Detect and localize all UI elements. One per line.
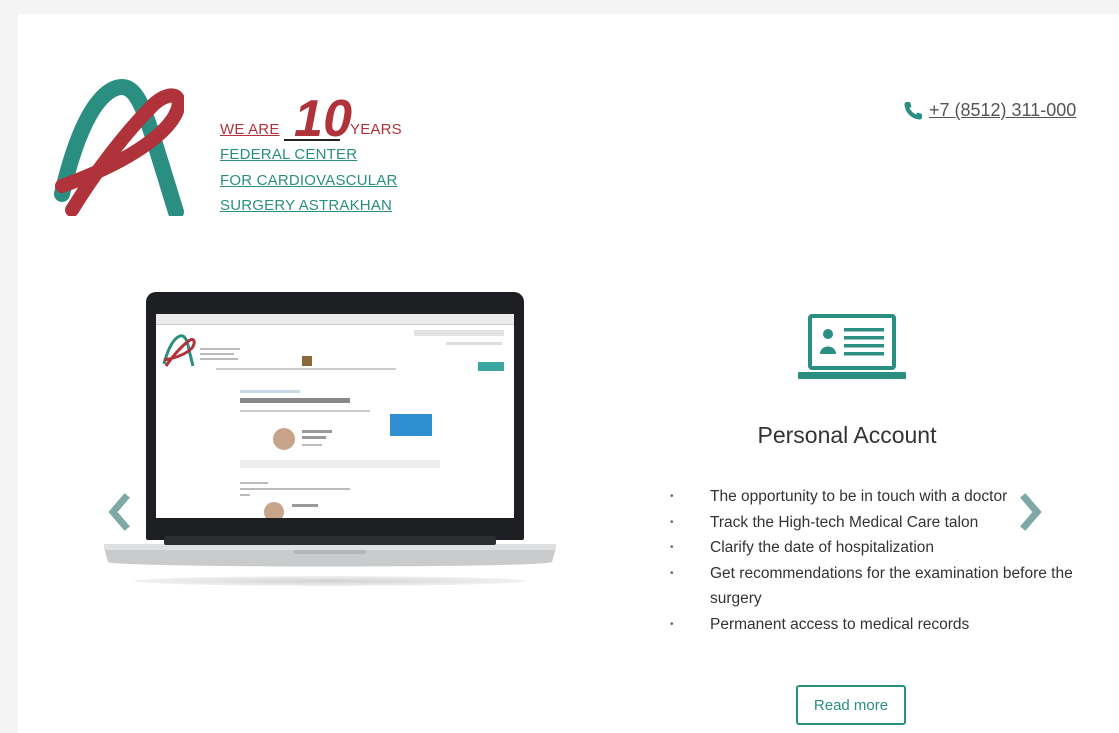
account-card-icon: [798, 314, 906, 379]
logo-we-are: WE ARE: [220, 121, 280, 138]
site-logo[interactable]: WE ARE 10 YEARS FEDERAL CENTER FOR CARDI…: [54, 74, 402, 224]
laptop-shadow: [134, 576, 526, 586]
feature-item: Get recommendations for the examination …: [666, 561, 1106, 612]
laptop-base: [104, 536, 556, 567]
phone-icon: [904, 101, 922, 119]
feature-item: Permanent access to medical records: [666, 612, 1106, 638]
arrow-left-icon[interactable]: [106, 492, 132, 532]
logo-years: YEARS: [350, 121, 402, 138]
logo-row-anniversary: WE ARE 10 YEARS: [220, 90, 402, 148]
header-phone: +7 (8512) 311-000: [903, 100, 1076, 121]
laptop-image: [104, 292, 556, 592]
screen-content: [156, 314, 514, 518]
page-card: WE ARE 10 YEARS FEDERAL CENTER FOR CARDI…: [18, 14, 1119, 733]
laptop-lid: [146, 292, 524, 540]
logo-mark-icon: [54, 79, 184, 216]
logo-underline: [284, 139, 340, 141]
feature-item: Clarify the date of hospitalization: [666, 535, 1106, 561]
slide-title: Personal Account: [757, 422, 937, 448]
phone-link[interactable]: +7 (8512) 311-000: [929, 100, 1076, 121]
feature-list: The opportunity to be in touch with a do…: [666, 484, 1106, 637]
feature-item: The opportunity to be in touch with a do…: [666, 484, 1106, 510]
logo-line-3: FOR CARDIOVASCULAR: [220, 172, 398, 189]
feature-item: Track the High-tech Medical Care talon: [666, 510, 1106, 536]
logo-line-4: SURGERY ASTRAKHAN: [220, 197, 393, 214]
read-more-button[interactable]: Read more: [796, 685, 906, 725]
laptop-screen: [156, 314, 514, 518]
logo-line-2: FEDERAL CENTER: [220, 146, 358, 163]
